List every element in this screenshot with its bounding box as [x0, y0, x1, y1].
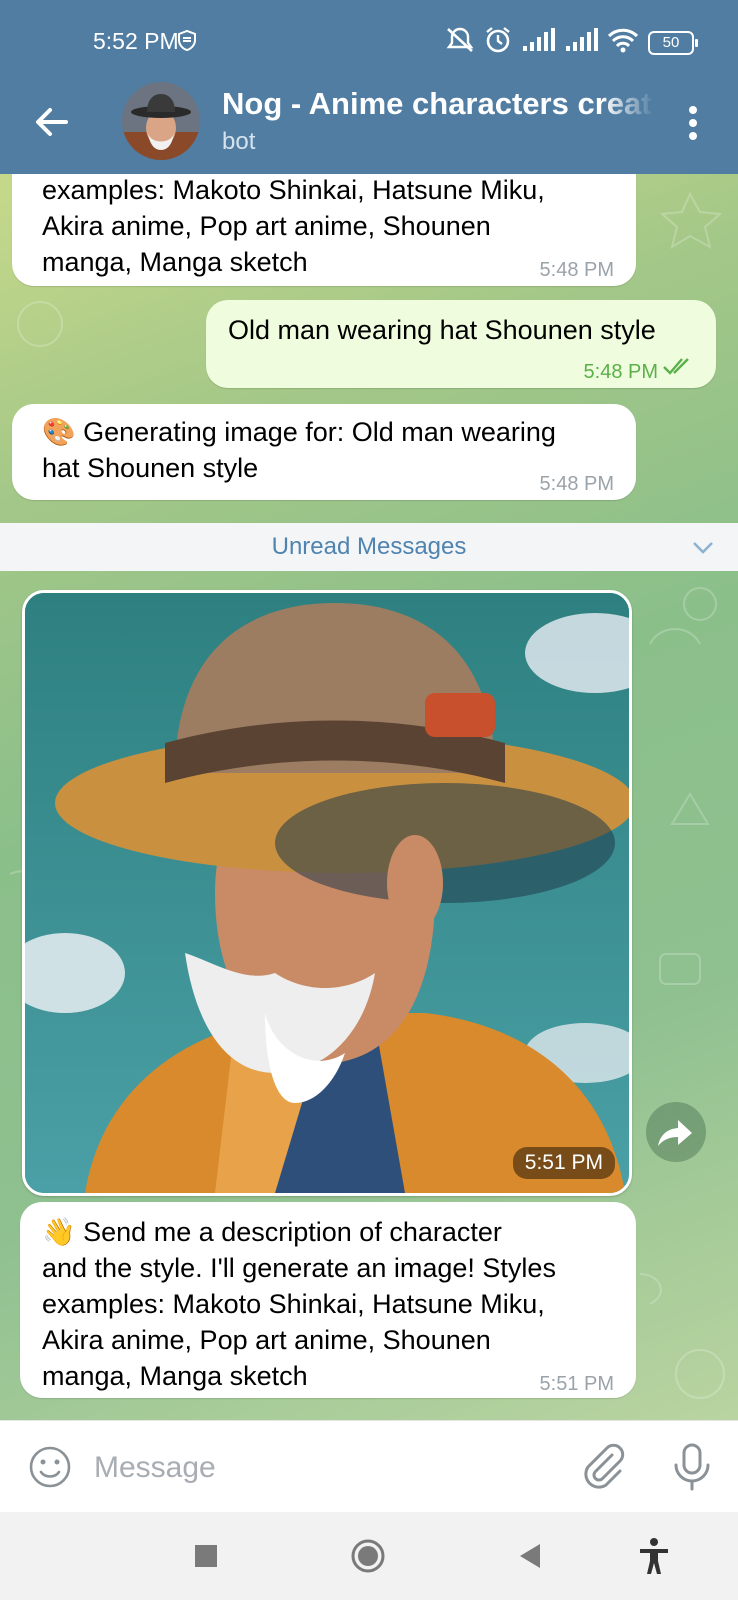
message-line: examples: Makoto Shinkai, Hatsune Miku, [42, 175, 545, 205]
square-icon [195, 1545, 217, 1567]
unread-messages-divider[interactable]: Unread Messages [0, 523, 738, 571]
microphone-button[interactable] [668, 1441, 716, 1493]
chat-area[interactable]: examples: Makoto Shinkai, Hatsune Miku, … [0, 174, 738, 1420]
message-time: 5:48 PM [539, 473, 614, 495]
emoji-button[interactable] [28, 1445, 72, 1489]
alarm-icon [484, 26, 512, 59]
circle-icon [351, 1539, 385, 1573]
back-button[interactable] [28, 98, 76, 146]
read-check-icon [663, 358, 689, 375]
unread-label: Unread Messages [271, 533, 467, 560]
accessibility-icon [640, 1538, 668, 1574]
message-time: 5:51 PM [539, 1373, 614, 1395]
home-button[interactable] [346, 1534, 390, 1578]
recents-button[interactable] [184, 1534, 228, 1578]
vpn-icon [175, 29, 199, 58]
status-time: 5:52 PM [93, 28, 179, 54]
system-navigation-bar [0, 1512, 738, 1600]
message-composer [0, 1420, 738, 1513]
message-time: 5:51 PM [512, 1147, 615, 1179]
waving-hand-emoji: 👋 [42, 1217, 76, 1247]
triangle-back-icon [520, 1544, 540, 1568]
more-vert-icon [689, 106, 697, 140]
emoji-icon [29, 1446, 71, 1488]
paperclip-icon [584, 1443, 625, 1489]
message-text: Old man wearing hat Shounen style [228, 315, 656, 345]
photo-message[interactable]: 5:51 PM [22, 590, 632, 1196]
message-bubble-incoming[interactable]: examples: Makoto Shinkai, Hatsune Miku, … [12, 174, 636, 286]
microphone-icon [674, 1443, 710, 1491]
signal-icon-2 [564, 28, 598, 57]
attach-button[interactable] [578, 1441, 628, 1491]
message-line: hat Shounen style [42, 453, 259, 483]
generated-image [25, 593, 629, 1193]
back-nav-button[interactable] [508, 1534, 552, 1578]
avatar[interactable] [122, 82, 200, 160]
message-line: Akira anime, Pop art anime, Shounen [42, 211, 491, 241]
message-line: Akira anime, Pop art anime, Shounen [42, 1325, 491, 1355]
battery-indicator: 50 [648, 30, 698, 55]
app-header-area: 5:52 PM 50 Nog - Anime characters creato… [0, 0, 738, 174]
message-input[interactable] [92, 1439, 556, 1497]
message-time: 5:48 PM [539, 259, 614, 281]
back-arrow-icon [36, 108, 68, 136]
share-arrow-icon [658, 1120, 692, 1146]
message-bubble-outgoing[interactable]: Old man wearing hat Shounen style 5:48 P… [206, 300, 716, 388]
chat-subtitle: bot [222, 128, 256, 155]
message-line: Send me a description of character [83, 1217, 502, 1247]
message-line: examples: Makoto Shinkai, Hatsune Miku, [42, 1289, 545, 1319]
accessibility-button[interactable] [632, 1534, 676, 1578]
chevron-down-icon [690, 523, 716, 588]
message-bubble-incoming[interactable]: 👋 Send me a description of character and… [20, 1202, 636, 1398]
signal-icon [521, 28, 555, 57]
more-options-button[interactable] [676, 100, 710, 146]
share-button[interactable] [646, 1102, 706, 1162]
message-line: manga, Manga sketch [42, 247, 308, 277]
message-line: and the style. I'll generate an image! S… [42, 1253, 556, 1283]
wifi-icon [607, 27, 639, 58]
chat-header: Nog - Anime characters creator bot [0, 78, 738, 174]
chat-title[interactable]: Nog - Anime characters creator [222, 86, 654, 128]
mute-icon [445, 26, 475, 59]
message-bubble-incoming[interactable]: 🎨 Generating image for: Old man wearing … [12, 404, 636, 500]
message-time: 5:48 PM [583, 361, 658, 383]
palette-emoji: 🎨 [42, 417, 76, 447]
status-bar: 5:52 PM 50 [0, 0, 738, 78]
message-line: manga, Manga sketch [42, 1361, 308, 1391]
message-line: Generating image for: Old man wearing [83, 417, 556, 447]
